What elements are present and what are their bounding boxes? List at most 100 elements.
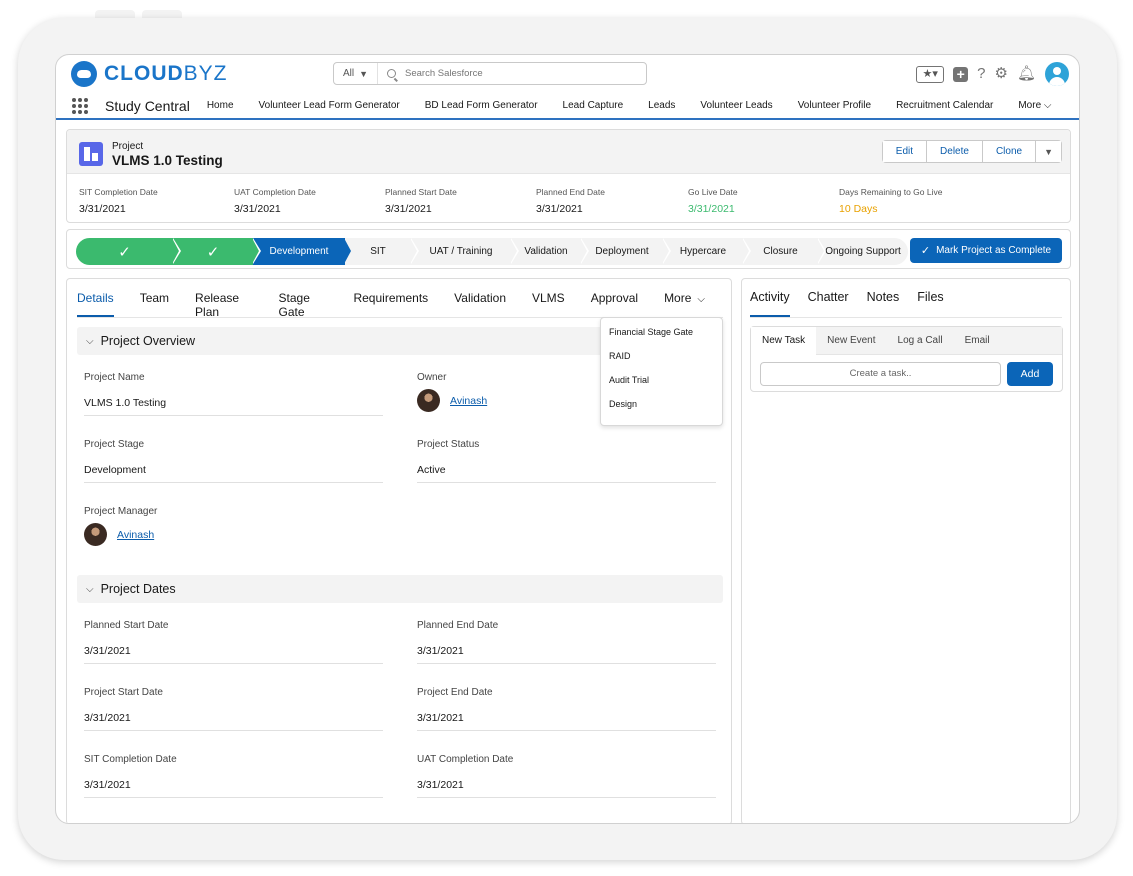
tab-email[interactable]: Email — [954, 327, 1001, 355]
tab-release-plan[interactable]: Release Plan — [195, 289, 253, 319]
favorites-icon[interactable]: ★▾ — [916, 65, 945, 83]
highlight-value: 3/31/2021 — [536, 203, 583, 215]
highlight-value: 3/31/2021 — [385, 203, 432, 215]
path-stage-hypercare[interactable]: Hypercare — [663, 238, 751, 265]
path-stage-uat-training[interactable]: UAT / Training — [411, 238, 519, 265]
path-stage-ongoing-support[interactable]: Ongoing Support — [818, 238, 908, 265]
field-value: Development — [84, 464, 146, 476]
add-task-button[interactable]: Add — [1007, 362, 1053, 386]
path-stage-development[interactable]: Development — [253, 238, 351, 265]
highlight-days-remaining: Days Remaining to Go Live 10 Days — [839, 187, 942, 215]
nav-item-lead-capture[interactable]: Lead Capture — [563, 100, 624, 111]
nav-item-volunteer-profile[interactable]: Volunteer Profile — [798, 100, 871, 111]
app-launcher-icon[interactable] — [72, 97, 88, 114]
path-stage-complete-2[interactable]: ✓ — [173, 238, 261, 265]
field-label: Project Manager — [84, 506, 158, 517]
search-scope-dropdown[interactable]: All ▼ — [334, 63, 378, 84]
path-stage-complete-1[interactable]: ✓ — [76, 238, 181, 265]
mark-project-complete-button[interactable]: ✓ Mark Project as Complete — [910, 238, 1062, 263]
field-value: 3/31/2021 — [84, 779, 131, 791]
tab-notes[interactable]: Notes — [867, 289, 900, 317]
nav-more-menu[interactable]: More ⌵ — [1018, 100, 1051, 111]
tab-team[interactable]: Team — [140, 289, 169, 317]
tab-activity[interactable]: Activity — [750, 289, 790, 317]
tab-approval[interactable]: Approval — [591, 289, 638, 317]
help-icon[interactable]: ? — [977, 64, 985, 84]
path-stage-closure[interactable]: Closure — [743, 238, 826, 265]
tab-log-a-call[interactable]: Log a Call — [887, 327, 954, 355]
manager-link[interactable]: Avinash — [117, 529, 154, 541]
mark-complete-label: Mark Project as Complete — [936, 245, 1052, 256]
field-project-start-date: Project Start Date 3/31/2021 — [84, 687, 383, 731]
tab-requirements[interactable]: Requirements — [353, 289, 428, 317]
search-input[interactable] — [405, 68, 625, 79]
path-stage-label: SIT — [370, 246, 386, 257]
record-header: Project VLMS 1.0 Testing Edit Delete Clo… — [66, 129, 1071, 223]
field-value: Active — [417, 464, 446, 476]
menu-item-financial-stage-gate[interactable]: Financial Stage Gate — [601, 324, 722, 348]
clone-button[interactable]: Clone — [982, 141, 1037, 162]
field-label: Planned Start Date — [84, 620, 169, 631]
nav-item-home[interactable]: Home — [207, 100, 234, 111]
nav-item-volunteer-lead-form-generator[interactable]: Volunteer Lead Form Generator — [259, 100, 400, 111]
owner-link[interactable]: Avinash — [450, 395, 487, 407]
tab-more-label: More — [664, 291, 692, 305]
nav-item-volunteer-leads[interactable]: Volunteer Leads — [700, 100, 772, 111]
chevron-down-icon: ⌵ — [1043, 100, 1052, 111]
nav-item-leads[interactable]: Leads — [648, 100, 675, 111]
search-scope-label: All — [342, 68, 355, 79]
chevron-down-icon: ⌵ — [697, 294, 705, 305]
menu-item-design[interactable]: Design — [601, 396, 722, 420]
tab-files[interactable]: Files — [917, 289, 943, 317]
tab-stage-gate[interactable]: Stage Gate — [279, 289, 328, 319]
path-stage-label: UAT / Training — [429, 246, 493, 257]
record-tabs: Details Team Release Plan Stage Gate Req… — [77, 289, 731, 319]
field-label: Project End Date — [417, 687, 493, 698]
highlight-sit-completion: SIT Completion Date 3/31/2021 — [79, 187, 158, 215]
tab-new-event[interactable]: New Event — [816, 327, 886, 355]
app-window: CLOUDBYZ All ▼ ★▾ + ? ⚙ 🔔︎ Study Central … — [55, 54, 1080, 824]
highlight-value: 3/31/2021 — [79, 203, 126, 215]
edit-button[interactable]: Edit — [882, 141, 928, 162]
global-actions-icon[interactable]: + — [953, 66, 969, 82]
highlights-panel: SIT Completion Date 3/31/2021 UAT Comple… — [79, 187, 1070, 217]
bell-icon[interactable]: 🔔︎ — [1017, 64, 1036, 84]
field-value: 3/31/2021 — [417, 712, 464, 724]
tabs-more-dropdown: Financial Stage Gate RAID Audit Trial De… — [600, 317, 723, 426]
global-header: CLOUDBYZ All ▼ ★▾ + ? ⚙ 🔔︎ — [56, 55, 1079, 93]
path-stage-label: Closure — [763, 246, 798, 257]
highlight-label: SIT Completion Date — [79, 187, 158, 197]
create-task-input[interactable]: Create a task.. — [760, 362, 1001, 386]
path-stage-validation[interactable]: Validation — [511, 238, 589, 265]
path-stage-sit[interactable]: SIT — [345, 238, 419, 265]
gear-icon[interactable]: ⚙ — [995, 64, 1008, 84]
tab-new-task[interactable]: New Task — [751, 326, 817, 355]
path-stage-deployment[interactable]: Deployment — [581, 238, 671, 265]
field-value: VLMS 1.0 Testing — [84, 397, 167, 409]
tab-validation[interactable]: Validation — [454, 289, 506, 317]
section-project-dates[interactable]: ⌵ Project Dates — [77, 575, 723, 603]
field-project-stage: Project Stage Development — [84, 439, 383, 483]
section-title: Project Overview — [100, 334, 196, 348]
menu-item-raid[interactable]: RAID — [601, 348, 722, 372]
tab-chatter[interactable]: Chatter — [808, 289, 849, 317]
project-path: ✓ ✓ Development SIT UAT / Training Valid… — [66, 229, 1071, 269]
nav-item-bd-lead-form-generator[interactable]: BD Lead Form Generator — [425, 100, 538, 111]
tab-details[interactable]: Details — [77, 289, 114, 317]
tab-vlms[interactable]: VLMS — [532, 289, 565, 317]
caret-down-icon: ▼ — [359, 68, 369, 79]
more-actions-button[interactable]: ▼ — [1036, 141, 1061, 162]
field-project-status: Project Status Active — [417, 439, 716, 483]
logo-text-thin: BYZ — [183, 62, 228, 85]
cloudbyz-logo[interactable]: CLOUDBYZ — [71, 61, 228, 87]
field-value: 3/31/2021 — [417, 645, 464, 657]
user-avatar-icon[interactable] — [1045, 62, 1069, 86]
nav-item-recruitment-calendar[interactable]: Recruitment Calendar — [896, 100, 993, 111]
chevron-down-icon: ⌵ — [86, 335, 94, 347]
tab-more[interactable]: More ⌵ — [664, 289, 705, 317]
activity-action-tabs: New Task New Event Log a Call Email — [751, 326, 1062, 355]
highlight-planned-end: Planned End Date 3/31/2021 — [536, 187, 605, 215]
menu-item-audit-trial[interactable]: Audit Trial — [601, 372, 722, 396]
highlight-value: 3/31/2021 — [234, 203, 281, 215]
delete-button[interactable]: Delete — [927, 141, 983, 162]
